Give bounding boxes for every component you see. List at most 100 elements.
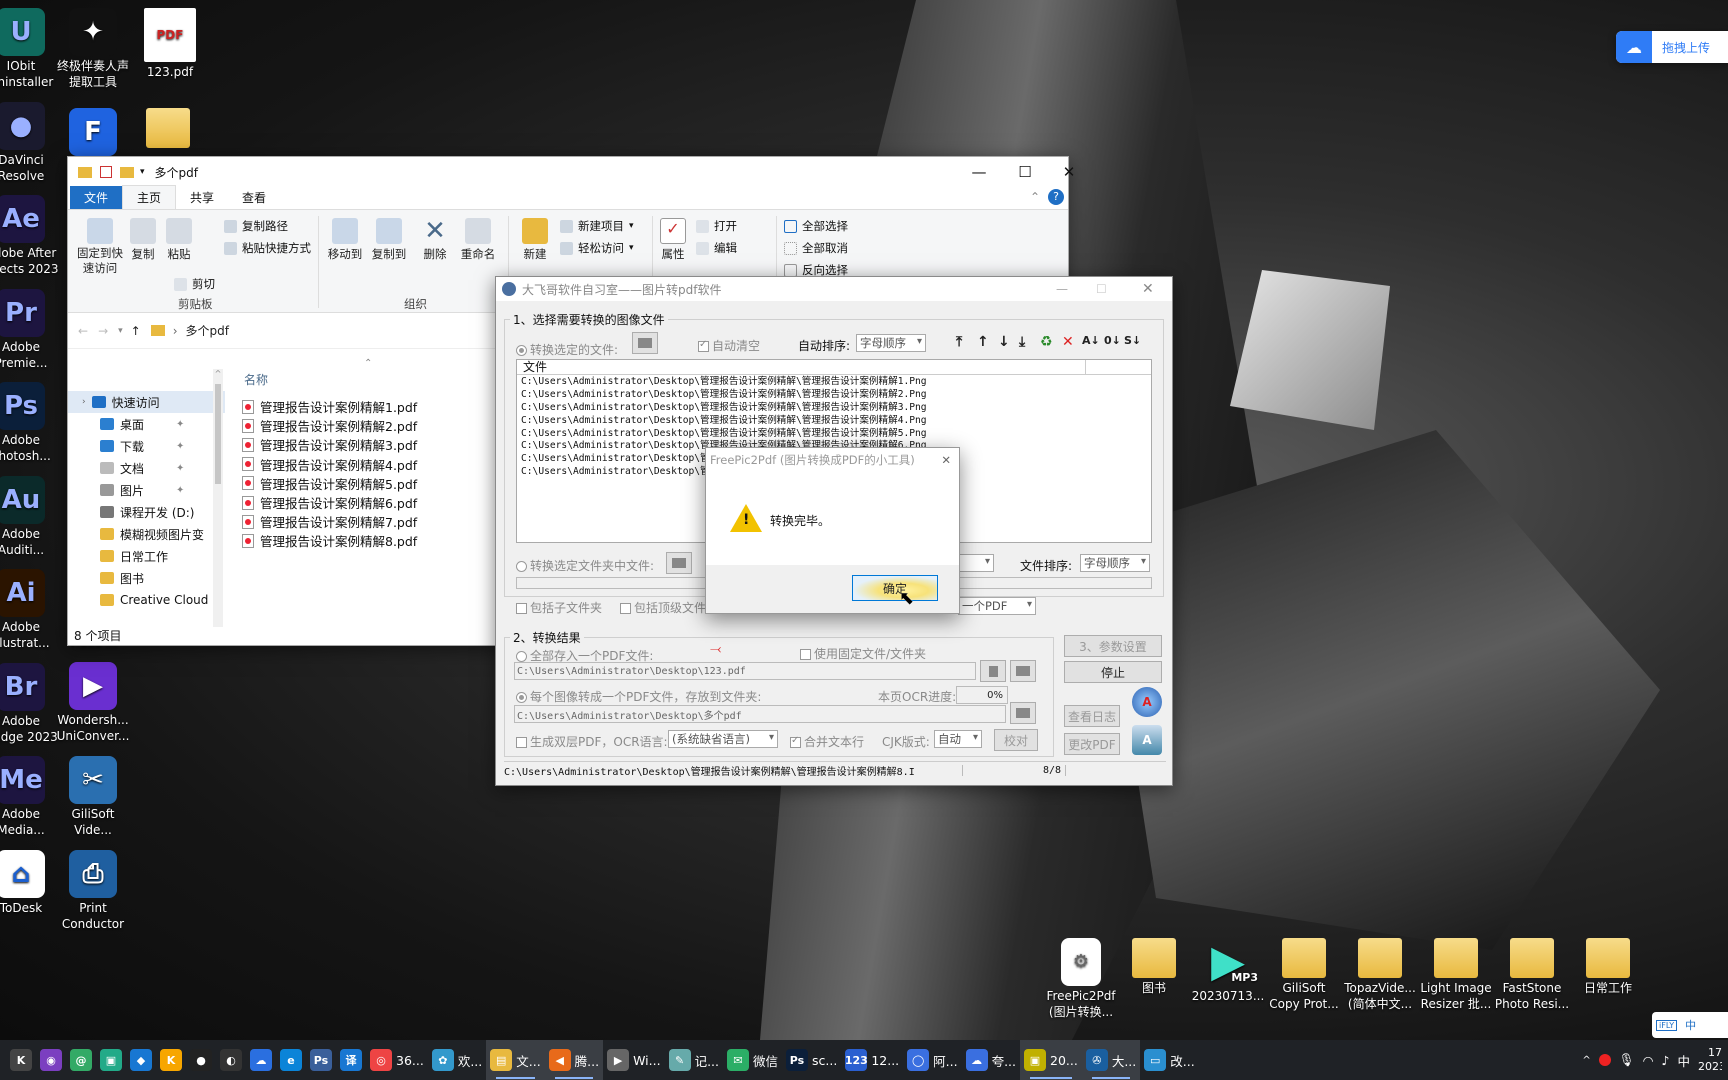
record-icon[interactable] — [1598, 1054, 1611, 1066]
open-pdf-button[interactable] — [980, 660, 1006, 682]
file-row[interactable]: 管理报告设计案例精解8.pdf — [238, 531, 458, 550]
copy-path-button[interactable]: 复制路径 — [224, 218, 288, 234]
desktop-icon-premiere[interactable]: PrAdobe Premie... — [0, 288, 64, 371]
browse-pdf-button[interactable] — [1010, 660, 1036, 682]
nav-scrollbar[interactable]: ^ — [213, 369, 223, 627]
close-button[interactable]: ✕ — [1142, 281, 1154, 297]
dual-layer-checkbox[interactable]: 生成双层PDF，OCR语言: — [516, 733, 668, 750]
maximize-button[interactable]: ☐ — [1002, 157, 1048, 187]
nav-item[interactable]: 日常工作 — [68, 545, 225, 567]
select-all-button[interactable]: 全部选择 — [784, 218, 848, 234]
breadcrumb[interactable]: 多个pdf — [186, 322, 229, 339]
move-down-icon[interactable]: ↓ — [998, 334, 1010, 350]
column-header-name[interactable]: 名称 — [244, 371, 268, 388]
taskbar-sc[interactable]: Ps sc... — [782, 1040, 841, 1080]
taskbar-freepic-task[interactable]: ✇ 大... — [1081, 1040, 1141, 1080]
clock[interactable]: 17 2023 — [1698, 1046, 1722, 1074]
move-bottom-icon[interactable]: ⤓ — [1019, 334, 1025, 350]
folder-quick-icon[interactable] — [120, 166, 134, 178]
file-row[interactable]: 管理报告设计案例精解6.pdf — [238, 493, 458, 512]
taskbar-app-20[interactable]: ▣ 20... — [1020, 1040, 1082, 1080]
desktop-icon-after-effects[interactable]: AeAdobe After Effects 2023 — [0, 195, 64, 277]
baidu-upload-widget[interactable]: ☁ 拖拽上传 — [1616, 31, 1728, 63]
nav-item[interactable]: › 快速访问 — [68, 391, 225, 413]
desktop-icon-photoshop[interactable]: PsAdobe Photosh... — [0, 382, 64, 464]
nav-item[interactable]: 文档 ✦ — [68, 457, 225, 479]
view-log-button[interactable]: 查看日志 — [1064, 705, 1120, 727]
params-button[interactable]: 3、参数设置 — [1064, 635, 1162, 657]
pin-icon[interactable]: ✦ — [176, 419, 184, 430]
taskbar-app-12[interactable]: 译 — [336, 1040, 366, 1080]
paste-shortcut-button[interactable]: 粘贴快捷方式 — [224, 240, 311, 256]
each-image-radio[interactable]: 每个图像转成一个PDF文件，存放到文件夹: — [516, 688, 761, 705]
file-row[interactable]: 管理报告设计案例精解5.pdf — [238, 474, 458, 493]
properties-quick-icon[interactable] — [100, 166, 112, 178]
nav-item[interactable]: 下载 ✦ — [68, 435, 225, 457]
browse-files-button[interactable] — [632, 332, 658, 354]
file-sort-select[interactable]: 字母顺序 — [1080, 554, 1150, 572]
easy-access-button[interactable]: 轻松访问 ▾ — [560, 240, 634, 256]
browse-folder-button[interactable] — [666, 552, 692, 574]
ok-button[interactable]: 确定 — [852, 575, 938, 601]
up-icon[interactable]: ↑ — [131, 324, 141, 338]
properties-button[interactable]: ✓ 属性 — [658, 218, 688, 262]
minimize-button[interactable]: — — [1056, 282, 1068, 296]
file-row[interactable]: 管理报告设计案例精解4.pdf — [238, 455, 458, 474]
wifi-icon[interactable]: ◠ — [1643, 1053, 1654, 1068]
auto-clear-checkbox[interactable]: 自动清空 — [698, 337, 760, 354]
explorer-titlebar[interactable]: ▾ 多个pdf — ☐ ✕ — [68, 157, 1075, 187]
file-row[interactable]: 管理报告设计案例精解7.pdf — [238, 512, 458, 531]
forward-icon[interactable]: → — [98, 324, 108, 338]
speaker-icon[interactable]: ♪ — [1662, 1053, 1670, 1068]
nav-item[interactable]: 桌面 ✦ — [68, 413, 225, 435]
new-folder-button[interactable]: 新建 — [520, 218, 550, 262]
close-button[interactable]: ✕ — [1046, 157, 1092, 187]
edit-button[interactable]: 编辑 — [696, 240, 737, 256]
pin-quick-access-button[interactable]: 固定到快 速访问 — [74, 218, 126, 276]
paste-button[interactable]: 粘贴 — [162, 218, 196, 262]
desktop-icon-audition[interactable]: Au Adobe Auditi... — [0, 475, 64, 558]
pin-icon[interactable]: ✦ — [176, 463, 184, 474]
remove-icon[interactable]: ✕ — [1062, 334, 1074, 350]
move-top-icon[interactable]: ⤒ — [956, 334, 962, 350]
maximize-button[interactable]: ☐ — [1096, 282, 1107, 296]
file-row[interactable]: 管理报告设计案例精解2.pdf — [238, 416, 458, 435]
taskbar-panda[interactable]: ◐ — [216, 1040, 246, 1080]
output-folder-input[interactable]: C:\Users\Administrator\Desktop\多个pdf — [514, 705, 1006, 723]
message-titlebar[interactable]: FreePic2Pdf (图片转换成PDF的小工具) ✕ — [706, 448, 959, 472]
per-pdf-select[interactable]: 一个PDF — [958, 597, 1036, 615]
expand-chevron-icon[interactable]: › — [82, 397, 86, 407]
select-none-button[interactable]: 全部取消 — [784, 240, 848, 256]
taskbar-at-app[interactable]: @ — [66, 1040, 96, 1080]
convert-folder-radio[interactable]: 转换选定文件夹中文件: — [516, 557, 654, 574]
taskbar-cloud[interactable]: ☁ — [246, 1040, 276, 1080]
tab-share[interactable]: 共享 — [176, 186, 228, 209]
taskbar-wechat[interactable]: ✉ 微信 — [723, 1040, 782, 1080]
tab-home[interactable]: 主页 — [122, 185, 177, 209]
taskbar-app-6[interactable]: K — [156, 1040, 186, 1080]
nav-item[interactable]: 图书 — [68, 567, 225, 589]
taskbar-change[interactable]: ▭ 改... — [1140, 1040, 1198, 1080]
auto-sort-select[interactable]: 字母顺序 — [856, 334, 926, 352]
desktop-icon-books-folder[interactable]: 图书 — [1113, 938, 1195, 996]
ocr-a-icon[interactable]: A — [1132, 687, 1162, 717]
taskbar-edge[interactable]: e — [276, 1040, 306, 1080]
image-file-row[interactable]: C:\Users\Administrator\Desktop\管理报告设计案例精… — [517, 414, 1151, 427]
recycle-icon[interactable]: ♻ — [1040, 334, 1053, 350]
taskbar-app-14[interactable]: ✿ 欢... — [428, 1040, 486, 1080]
sort-az-icon[interactable]: A↓ — [1082, 334, 1100, 347]
copy-button[interactable]: 复制 — [128, 218, 158, 262]
image-file-row[interactable]: C:\Users\Administrator\Desktop\管理报告设计案例精… — [517, 401, 1151, 414]
taskbar-wi[interactable]: ▶ Wi... — [603, 1040, 664, 1080]
proofread-button[interactable]: 校对 — [994, 729, 1038, 751]
desktop-icon-mp3-file[interactable]: ▶ MP3 20230713... — [1187, 938, 1269, 1004]
taskbar-ps-app[interactable]: Ps — [306, 1040, 336, 1080]
nav-item[interactable]: 图片 ✦ — [68, 479, 225, 501]
stop-button[interactable]: 停止 — [1064, 661, 1162, 683]
tray-chevron-icon[interactable]: ^ — [1582, 1055, 1590, 1066]
sort-custom-icon[interactable]: S↓ — [1124, 334, 1141, 347]
taskbar-record[interactable]: ● — [186, 1040, 216, 1080]
rename-button[interactable]: 重命名 — [458, 218, 498, 262]
cjk-select[interactable]: 自动 — [934, 730, 982, 748]
ime-indicator[interactable]: 中 — [1677, 1051, 1690, 1070]
